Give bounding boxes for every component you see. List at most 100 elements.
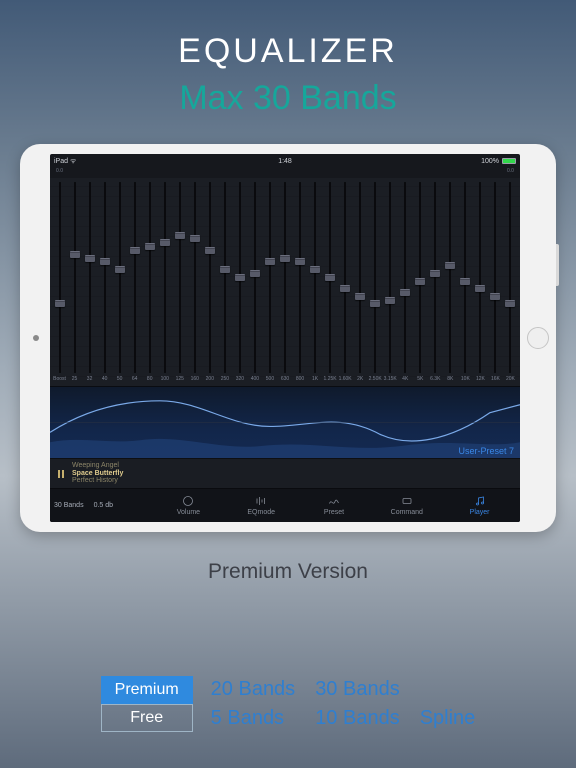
preset-icon xyxy=(328,495,340,507)
band-option: 5 Bands xyxy=(211,707,296,730)
page-subtitle: Max 30 Bands xyxy=(0,79,576,118)
tab-eqmode[interactable]: EQmode xyxy=(225,495,298,516)
band-slider[interactable]: 80 xyxy=(142,182,157,384)
tab-player[interactable]: Player xyxy=(443,495,516,516)
db-label xyxy=(97,168,112,178)
band-slider[interactable]: 2K xyxy=(353,182,368,384)
player-icon xyxy=(474,495,486,507)
db-label xyxy=(428,168,443,178)
freq-label: 1K xyxy=(312,376,318,384)
track-title: Space Butterfly xyxy=(72,470,123,478)
band-slider[interactable]: 20K xyxy=(503,182,518,384)
db-label xyxy=(67,168,82,178)
band-slider[interactable]: 16K xyxy=(488,182,503,384)
tier-free: Free xyxy=(101,704,193,732)
freq-label: 630 xyxy=(281,376,289,384)
db-label xyxy=(458,168,473,178)
band-slider[interactable]: 3.15K xyxy=(383,182,398,384)
battery-pct: 100% xyxy=(481,158,499,165)
screen: iPad ᯤ 1:48 100% 0.00.0 Boost25324050648… xyxy=(50,154,520,522)
band-slider[interactable]: 1.60K xyxy=(338,182,353,384)
db-label xyxy=(277,168,292,178)
band-slider[interactable]: 25 xyxy=(67,182,82,384)
db-label xyxy=(82,168,97,178)
db-label xyxy=(413,168,428,178)
band-slider[interactable]: 50 xyxy=(112,182,127,384)
band-count[interactable]: 30 Bands xyxy=(54,502,84,509)
freq-label: Boost xyxy=(53,376,66,384)
db-label xyxy=(488,168,503,178)
tier-premium: Premium xyxy=(101,676,193,704)
tab-label: Volume xyxy=(177,509,200,516)
equalizer[interactable]: Boost2532 40 50 6480100125160 200250320 40050… xyxy=(50,178,520,386)
band-slider[interactable]: 8K xyxy=(443,182,458,384)
band-slider[interactable]: 125 xyxy=(172,182,187,384)
band-slider[interactable]: 40 xyxy=(97,182,112,384)
band-slider[interactable]: 500 xyxy=(262,182,277,384)
band-slider[interactable]: 200 xyxy=(202,182,217,384)
band-slider[interactable]: 32 xyxy=(82,182,97,384)
freq-label: 1.25K xyxy=(324,376,337,384)
band-slider[interactable]: 4K xyxy=(398,182,413,384)
band-slider[interactable]: 320 xyxy=(232,182,247,384)
db-label xyxy=(383,168,398,178)
battery-icon xyxy=(502,158,516,164)
db-label xyxy=(308,168,323,178)
band-slider[interactable]: 630 xyxy=(277,182,292,384)
db-label xyxy=(247,168,262,178)
command-icon xyxy=(401,495,413,507)
volume-icon xyxy=(182,495,194,507)
band-slider[interactable]: 12K xyxy=(473,182,488,384)
freq-label: 200 xyxy=(206,376,214,384)
freq-label: 16K xyxy=(491,376,500,384)
boost-slider[interactable]: Boost xyxy=(52,182,67,384)
tab-label: Preset xyxy=(324,509,344,516)
db-label xyxy=(323,168,338,178)
tab-command[interactable]: Command xyxy=(370,495,443,516)
freq-label: 10K xyxy=(461,376,470,384)
freq-label: 12K xyxy=(476,376,485,384)
band-slider[interactable]: 400 xyxy=(247,182,262,384)
spectrum-panel[interactable]: User-Preset 7 xyxy=(50,386,520,458)
preset-name[interactable]: User-Preset 7 xyxy=(458,446,514,456)
home-button[interactable] xyxy=(527,327,549,349)
pause-icon[interactable] xyxy=(56,469,66,479)
freq-label: 3.15K xyxy=(384,376,397,384)
band-slider[interactable]: 250 xyxy=(217,182,232,384)
band-grid: 20 Bands30 Bands5 Bands10 BandsSpline xyxy=(211,676,476,732)
eq-curve xyxy=(50,387,520,458)
eq-db-labels: 0.00.0 xyxy=(50,168,520,178)
band-slider[interactable]: 64 xyxy=(127,182,142,384)
tier-column: Premium Free xyxy=(101,676,193,732)
eqmode-icon xyxy=(255,495,267,507)
status-left: iPad ᯤ xyxy=(54,157,76,166)
tab-volume[interactable]: Volume xyxy=(152,495,225,516)
band-slider[interactable]: 2.50K xyxy=(368,182,383,384)
db-step[interactable]: 0.5 db xyxy=(94,502,113,509)
freq-label: 20K xyxy=(506,376,515,384)
band-slider[interactable]: 6.3K xyxy=(428,182,443,384)
band-slider[interactable]: 100 xyxy=(157,182,172,384)
band-slider[interactable]: 10K xyxy=(458,182,473,384)
band-slider[interactable]: 1.25K xyxy=(323,182,338,384)
db-label xyxy=(127,168,142,178)
track-album: Perfect History xyxy=(72,477,123,485)
db-label xyxy=(338,168,353,178)
caption: Premium Version xyxy=(0,560,576,584)
tab-preset[interactable]: Preset xyxy=(298,495,371,516)
freq-label: 40 xyxy=(102,376,108,384)
now-playing[interactable]: Weeping Angel Space Butterfly Perfect Hi… xyxy=(50,458,520,488)
band-slider[interactable]: 800 xyxy=(293,182,308,384)
freq-label: 1.60K xyxy=(339,376,352,384)
band-slider[interactable]: 1K xyxy=(308,182,323,384)
freq-label: 50 xyxy=(117,376,123,384)
band-slider[interactable]: 5K xyxy=(413,182,428,384)
band-option: 20 Bands xyxy=(211,678,296,701)
track-artist: Weeping Angel xyxy=(72,462,123,470)
band-slider[interactable]: 160 xyxy=(187,182,202,384)
volume-rocker xyxy=(556,244,559,286)
db-label xyxy=(202,168,217,178)
status-clock: 1:48 xyxy=(278,158,292,165)
freq-label: 400 xyxy=(251,376,259,384)
band-option: 10 Bands xyxy=(315,707,400,730)
